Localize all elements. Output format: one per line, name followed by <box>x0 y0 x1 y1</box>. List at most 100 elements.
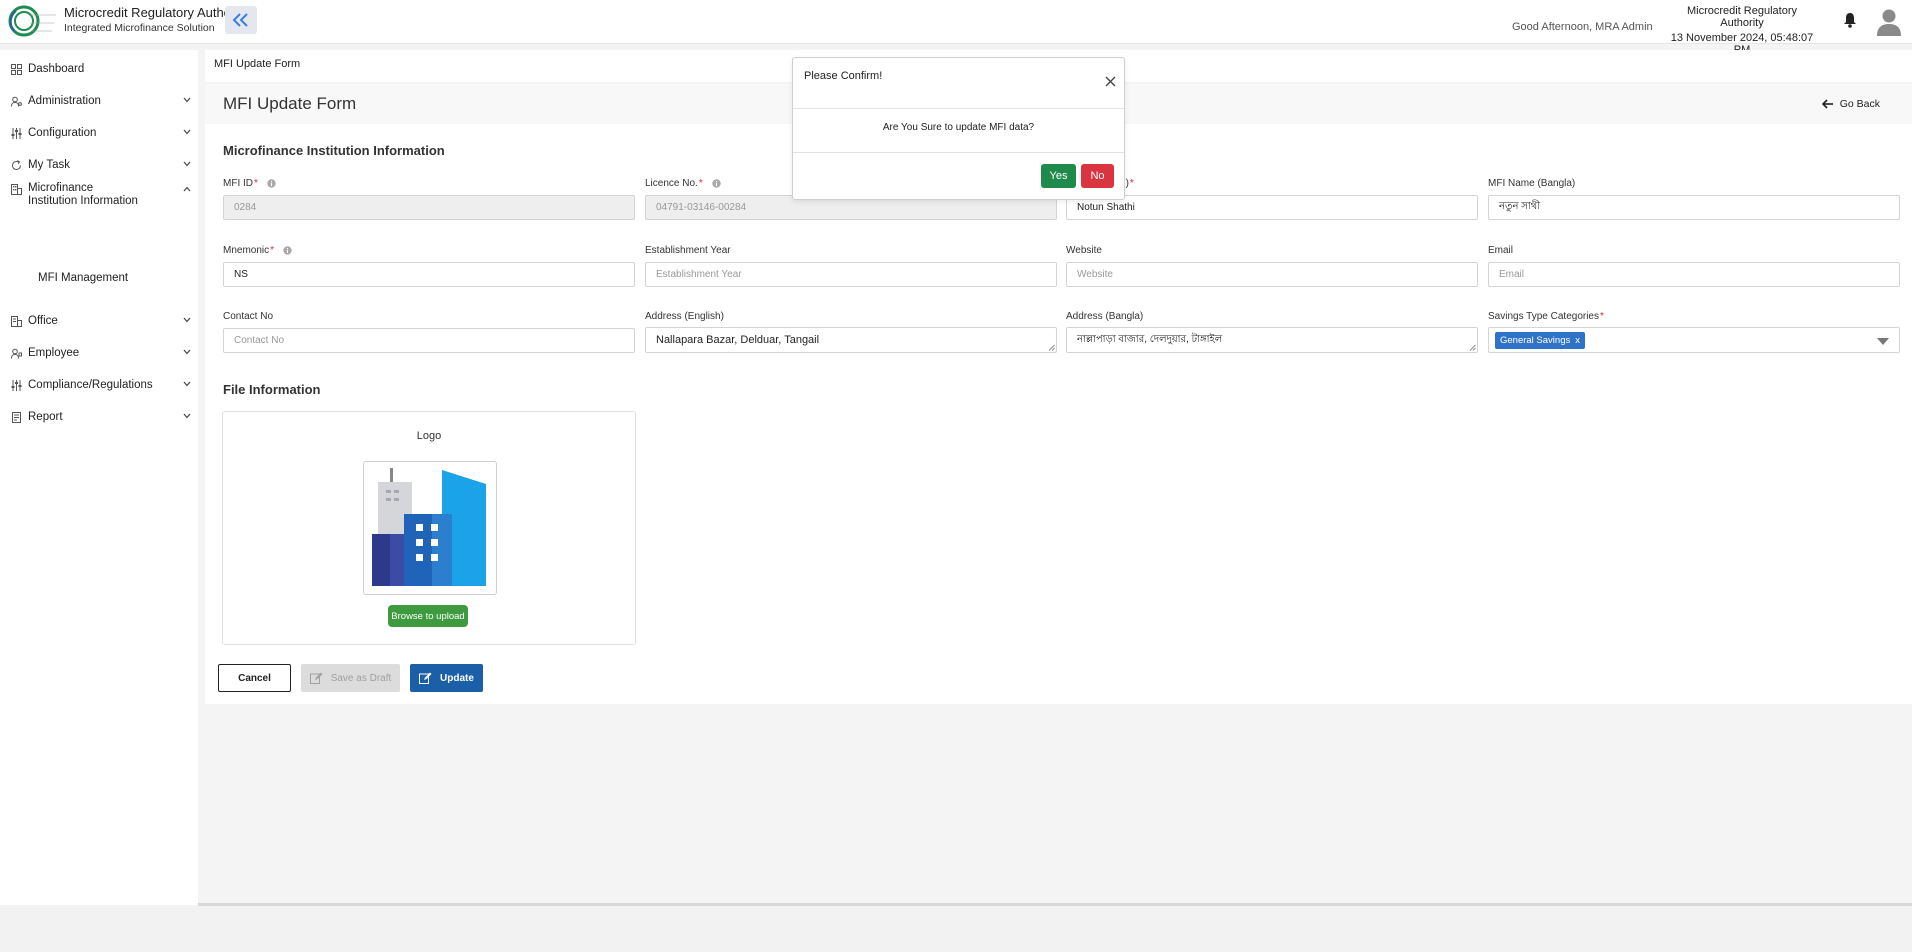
label-text: Savings Type Categories <box>1488 311 1599 322</box>
chevron-down-icon <box>183 97 191 103</box>
sidebar-item-employee[interactable]: Employee <box>11 347 191 359</box>
sidebar-item-administration[interactable]: Administration <box>11 95 191 107</box>
sidebar-item-label: Office <box>28 315 58 327</box>
chevron-down-icon <box>183 161 191 167</box>
resize-handle-icon[interactable] <box>1469 344 1476 351</box>
mfi-name-english-input[interactable]: Notun Shathi <box>1066 195 1478 220</box>
sidebar-item-label: Report <box>28 411 63 423</box>
users-cog-icon <box>11 96 22 107</box>
save-draft-label: Save as Draft <box>330 672 392 684</box>
chip-remove-button[interactable]: x <box>1575 335 1580 346</box>
sidebar-subitem-mfi-management[interactable]: MFI Management <box>38 272 128 284</box>
required-mark: * <box>1600 311 1604 322</box>
chevron-down-icon <box>183 129 191 135</box>
sidebar-item-label: My Task <box>28 159 70 171</box>
browse-upload-button[interactable]: Browse to upload <box>388 605 468 627</box>
textarea-value: Nallapara Bazar, Delduar, Tangail <box>656 334 820 346</box>
sliders-icon <box>11 379 22 391</box>
breadcrumb-current: MFI Update Form <box>214 58 301 70</box>
info-icon[interactable] <box>712 179 721 188</box>
sidebar-item-label: Microfinance Institution Information <box>28 182 138 207</box>
chevron-down-icon <box>183 381 191 387</box>
required-mark: * <box>270 245 275 256</box>
update-button[interactable]: Update <box>410 664 483 692</box>
dialog-title: Please Confirm! <box>804 70 883 82</box>
contact-no-label: Contact No <box>223 311 274 322</box>
required-mark: * <box>254 178 258 189</box>
sidebar-item-report[interactable]: Report <box>11 411 191 423</box>
chip-label: General Savings <box>1500 334 1571 346</box>
arrow-left-icon <box>1821 99 1833 109</box>
sidebar-item-label: Configuration <box>28 127 97 139</box>
mnemonic-label: Mnemonic * <box>223 245 292 256</box>
logo-upload-box: Logo Browse to upload <box>222 411 636 645</box>
cancel-button[interactable]: Cancel <box>218 664 291 692</box>
confirm-yes-button[interactable]: Yes <box>1041 164 1076 188</box>
brand: Microcredit Regulatory Authority Integra… <box>64 5 248 34</box>
sidebar-item-label: Dashboard <box>28 63 85 75</box>
app-name: Microcredit Regulatory Authority <box>64 5 249 20</box>
caret-down-icon[interactable] <box>1877 338 1889 345</box>
required-mark: * <box>1129 178 1134 189</box>
chevron-down-icon <box>183 317 191 323</box>
savings-type-multiselect[interactable]: General Savings x <box>1488 327 1900 353</box>
label-text: MFI ID <box>223 178 253 189</box>
sidebar-item-mfi-information[interactable]: Microfinance Institution Information <box>11 182 191 208</box>
logo-label: Logo <box>416 430 442 442</box>
chevron-up-icon <box>183 186 191 192</box>
sidebar-item-compliance[interactable]: Compliance/Regulations <box>11 379 191 391</box>
sidebar-item-label: Compliance/Regulations <box>28 379 153 391</box>
address-english-textarea[interactable]: Nallapara Bazar, Delduar, Tangail <box>645 327 1057 353</box>
sidebar-collapse-button[interactable] <box>225 6 257 34</box>
contact-no-input[interactable]: Contact No <box>223 328 635 353</box>
mfi-name-bangla-input[interactable]: নতুন সাথী <box>1488 195 1900 220</box>
go-back-label: Go Back <box>1839 98 1880 110</box>
sidebar-item-office[interactable]: Office <box>11 315 191 327</box>
info-icon[interactable] <box>267 179 276 188</box>
close-icon[interactable] <box>1105 76 1116 87</box>
report-icon <box>11 411 22 423</box>
sidebar-item-label: Administration <box>28 95 101 107</box>
confirm-no-button[interactable]: No <box>1081 164 1114 188</box>
sidebar-item-label: Employee <box>28 347 80 359</box>
sliders-icon <box>11 127 22 139</box>
save-draft-button[interactable]: Save as Draft <box>301 664 400 692</box>
mfi-id-input[interactable]: 0284 <box>223 195 635 220</box>
sidebar: Dashboard Administration Configuration M… <box>0 50 198 905</box>
email-input[interactable]: Email <box>1488 262 1900 287</box>
address-bangla-textarea[interactable]: নাল্লাপাড়া বাজার, দেলদুয়ার, টাঙ্গাইল <box>1066 327 1478 353</box>
go-back-button[interactable]: Go Back <box>1821 98 1880 110</box>
info-icon[interactable] <box>283 246 292 255</box>
dialog-message: Are You Sure to update MFI data? <box>882 122 1035 133</box>
label-text: Licence No. <box>645 178 698 189</box>
dialog-divider <box>793 152 1124 153</box>
licence-no-label: Licence No. * <box>645 178 721 189</box>
establishment-year-label: Establishment Year <box>645 245 731 256</box>
update-label: Update <box>440 672 474 684</box>
bell-icon[interactable] <box>1843 12 1857 28</box>
website-input[interactable]: Website <box>1066 262 1478 287</box>
building-placeholder-icon <box>372 468 486 586</box>
chevron-down-icon <box>183 413 191 419</box>
establishment-year-input[interactable]: Establishment Year <box>645 262 1057 287</box>
mnemonic-input[interactable]: NS <box>223 262 635 287</box>
sidebar-item-my-task[interactable]: My Task <box>11 159 191 171</box>
section-title-mfi-info: Microfinance Institution Information <box>223 143 445 158</box>
edit-icon <box>419 672 432 684</box>
selected-chip: General Savings x <box>1495 331 1585 349</box>
sidebar-item-configuration[interactable]: Configuration <box>11 127 191 139</box>
header-org-info: Microcredit Regulatory Authority 13 Nove… <box>1668 5 1816 56</box>
edit-icon <box>309 672 323 684</box>
office-icon <box>11 315 22 327</box>
savings-type-label: Savings Type Categories * <box>1488 311 1604 322</box>
dialog-divider <box>793 108 1124 109</box>
resize-handle-icon[interactable] <box>1048 344 1055 351</box>
employee-icon <box>11 348 22 359</box>
textarea-value: নাল্লাপাড়া বাজার, দেলদুয়ার, টাঙ্গাইল <box>1077 333 1223 345</box>
mra-logo <box>8 5 56 37</box>
user-avatar-icon[interactable] <box>1877 8 1901 36</box>
sidebar-item-dashboard[interactable]: Dashboard <box>11 63 191 75</box>
org-name: Microcredit Regulatory Authority <box>1686 5 1798 29</box>
refresh-icon <box>11 159 22 171</box>
email-label: Email <box>1488 245 1514 256</box>
